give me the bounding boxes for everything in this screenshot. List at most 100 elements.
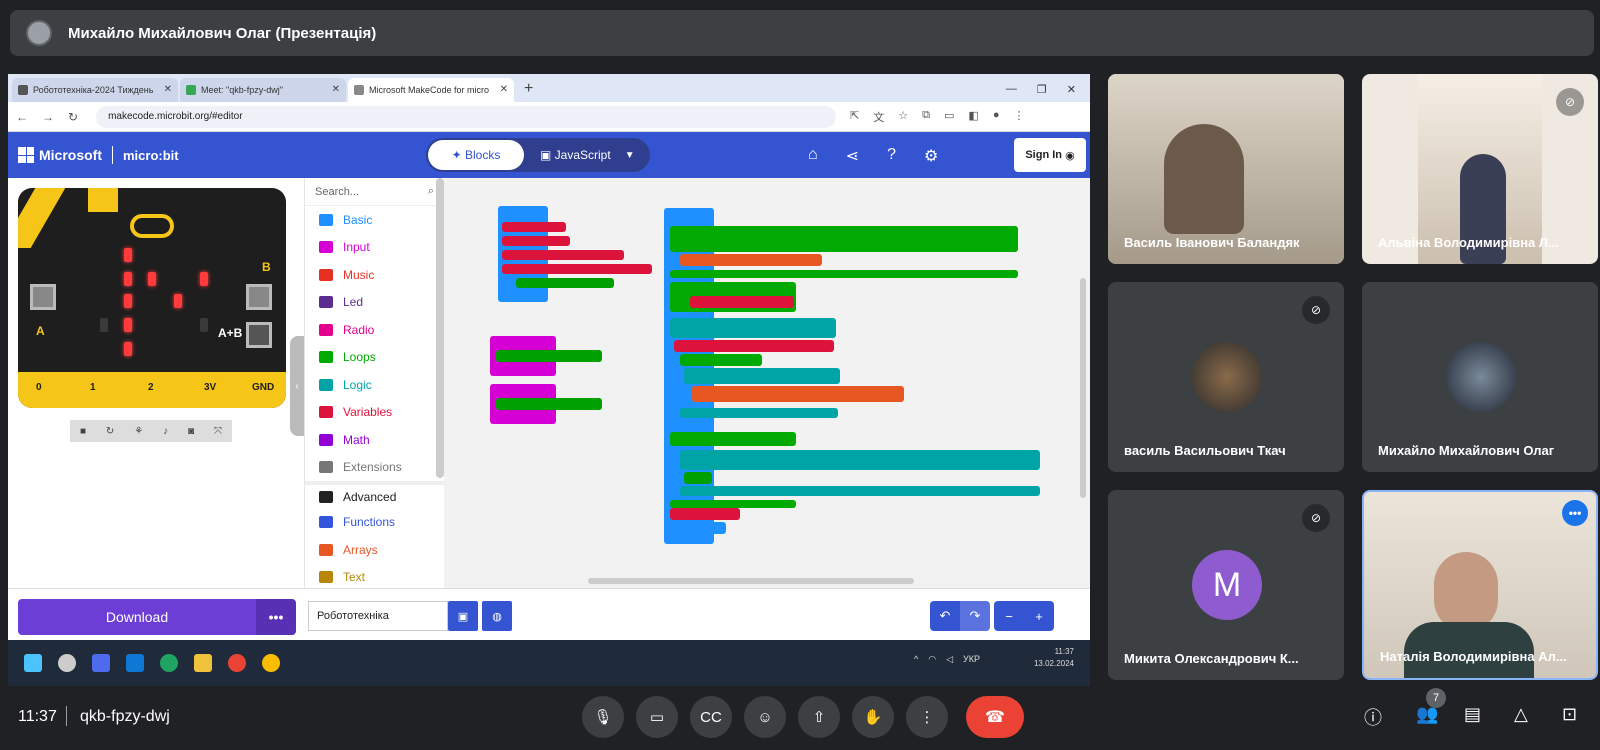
- sidepanel-icon[interactable]: ◧: [968, 109, 978, 125]
- zoom-in-icon[interactable]: +: [1024, 601, 1054, 631]
- button-ab[interactable]: [246, 322, 272, 348]
- inner-if-block[interactable]: [684, 368, 840, 384]
- if-overlap-block[interactable]: [680, 450, 1040, 470]
- participant-tile[interactable]: ⊘ василь Васильович Ткач: [1108, 282, 1344, 472]
- share-icon[interactable]: ⋖: [846, 146, 859, 166]
- screenshot-icon[interactable]: ◙: [188, 426, 194, 437]
- pause-block[interactable]: [670, 522, 726, 534]
- back-icon[interactable]: ←: [16, 110, 28, 124]
- toolbox-category-arrays[interactable]: Arrays: [305, 536, 444, 564]
- windows-start-icon[interactable]: [24, 654, 42, 672]
- toolbox-category-radio[interactable]: Radio: [305, 316, 444, 344]
- set-variable-block[interactable]: [502, 222, 566, 232]
- toolbox-category-math[interactable]: Math: [305, 426, 444, 454]
- led[interactable]: [124, 318, 132, 332]
- sprite-change-block[interactable]: [496, 350, 602, 362]
- reactions-button[interactable]: ☺: [744, 696, 786, 738]
- array-add-block[interactable]: [692, 386, 904, 402]
- blocks-workspace[interactable]: [444, 178, 1090, 588]
- volume-icon[interactable]: ◁: [946, 654, 953, 665]
- change-variable-block[interactable]: [690, 296, 794, 308]
- raise-hand-button[interactable]: ✋: [852, 696, 894, 738]
- maximize-icon[interactable]: ❐: [1037, 83, 1047, 96]
- toolbox-category-logic[interactable]: Logic: [305, 371, 444, 399]
- taskbar-clock[interactable]: 11:37 13.02.2024: [1034, 646, 1074, 670]
- set-variable-block[interactable]: [502, 250, 624, 260]
- chevron-up-icon[interactable]: ^: [914, 654, 918, 665]
- for-element-block-2[interactable]: [670, 432, 796, 446]
- fullscreen-icon[interactable]: ⤧: [214, 426, 222, 437]
- led[interactable]: [200, 318, 208, 332]
- for-index-block[interactable]: [680, 354, 762, 366]
- javascript-mode-button[interactable]: ▣ JavaScript: [540, 148, 611, 162]
- toolbox-category-led[interactable]: Led: [305, 289, 444, 317]
- pin-2[interactable]: 2: [148, 382, 154, 393]
- toolbox-category-basic[interactable]: Basic: [305, 206, 444, 234]
- zoom-out-icon[interactable]: −: [994, 601, 1024, 631]
- download-more-button[interactable]: •••: [256, 599, 296, 635]
- tab-close-icon[interactable]: ✕: [164, 84, 172, 95]
- toolbox-category-input[interactable]: Input: [305, 234, 444, 262]
- if-block[interactable]: [670, 318, 836, 338]
- browser-menu-icon[interactable]: ⋮: [1013, 109, 1024, 125]
- forward-icon[interactable]: →: [42, 110, 54, 124]
- game-over-block[interactable]: [684, 472, 712, 484]
- microbit-logo-touch[interactable]: [130, 214, 174, 238]
- toolbox-category-variables[interactable]: Variables: [305, 399, 444, 427]
- toolbox-category-music[interactable]: Music: [305, 261, 444, 289]
- chevron-down-icon[interactable]: ▼: [625, 150, 635, 161]
- pin-1[interactable]: 1: [90, 382, 96, 393]
- redo-icon[interactable]: ↷: [960, 601, 990, 631]
- led[interactable]: [124, 294, 132, 308]
- install-icon[interactable]: ⇱: [850, 109, 859, 125]
- home-icon[interactable]: ⌂: [808, 146, 818, 166]
- led[interactable]: [148, 272, 156, 286]
- chrome-icon[interactable]: [228, 654, 246, 672]
- browser-tab-meet[interactable]: Meet: "qkb-fpzy-dwj" ✕: [180, 78, 346, 102]
- browser-tab-robotics[interactable]: Робототехніка-2024 Тиждень ✕: [12, 78, 178, 102]
- toolbox-category-advanced[interactable]: Advanced: [305, 481, 444, 509]
- set-random-block[interactable]: [674, 340, 834, 352]
- tab-close-icon[interactable]: ✕: [500, 84, 508, 95]
- participant-tile[interactable]: ⊘ Альвіна Володимирівна Л...: [1362, 74, 1598, 264]
- download-button[interactable]: Download: [18, 599, 256, 635]
- sprite-set-block[interactable]: [516, 278, 614, 288]
- new-tab-icon[interactable]: +: [516, 80, 541, 102]
- app-icon[interactable]: [92, 654, 110, 672]
- bookmark-icon[interactable]: ☆: [898, 109, 908, 125]
- translate-icon[interactable]: 文: [873, 109, 884, 125]
- pin-0[interactable]: 0: [36, 382, 42, 393]
- workspace-hscrollbar[interactable]: [588, 578, 914, 584]
- stop-icon[interactable]: ■: [80, 426, 86, 437]
- extensions-icon[interactable]: ⧉: [922, 109, 930, 125]
- profile-icon[interactable]: ●: [993, 109, 1000, 125]
- led[interactable]: [200, 272, 208, 286]
- mail-icon[interactable]: [126, 654, 144, 672]
- toolbox-scrollbar[interactable]: [436, 178, 444, 478]
- language-indicator[interactable]: УКР: [963, 654, 980, 665]
- lock-icon[interactable]: ⊡: [1562, 704, 1577, 725]
- captions-button[interactable]: CC: [690, 696, 732, 738]
- blocks-mode-button[interactable]: ✦ Blocks: [428, 140, 524, 170]
- tab-close-icon[interactable]: ✕: [332, 84, 340, 95]
- toolbox-category-extensions[interactable]: Extensions: [305, 454, 444, 482]
- more-options-icon[interactable]: •••: [1562, 500, 1588, 526]
- project-name-input[interactable]: Робототехніка: [308, 601, 448, 631]
- toolbox-search-input[interactable]: Search... ⌕: [305, 178, 444, 206]
- save-icon[interactable]: ▣: [448, 601, 478, 631]
- participant-tile[interactable]: Василь Іванович Баландяк: [1108, 74, 1344, 264]
- url-field[interactable]: makecode.microbit.org/#editor: [96, 105, 837, 128]
- sprite-change-block[interactable]: [496, 398, 602, 410]
- leave-call-button[interactable]: ☎: [966, 696, 1024, 738]
- led[interactable]: [124, 248, 132, 262]
- change-ticks-block[interactable]: [670, 508, 740, 520]
- chrome-icon-2[interactable]: [262, 654, 280, 672]
- restart-icon[interactable]: ↻: [106, 426, 114, 437]
- camera-button[interactable]: ▭: [636, 696, 678, 738]
- undo-icon[interactable]: ↶: [930, 601, 960, 631]
- chat-icon[interactable]: ▤: [1464, 704, 1481, 725]
- toolbox-category-text[interactable]: Text: [305, 564, 444, 592]
- close-window-icon[interactable]: ✕: [1067, 83, 1076, 96]
- more-options-button[interactable]: ⋮: [906, 696, 948, 738]
- toolbox-category-functions[interactable]: Functions: [305, 509, 444, 537]
